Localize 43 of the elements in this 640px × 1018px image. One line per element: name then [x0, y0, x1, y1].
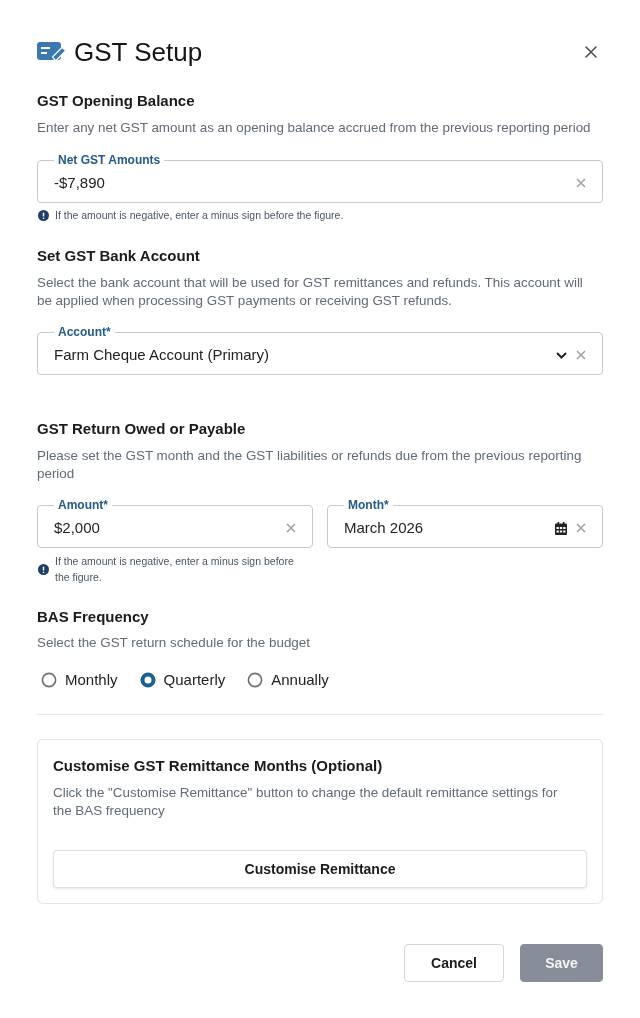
clear-icon[interactable] [576, 523, 586, 533]
clear-icon[interactable] [576, 350, 586, 360]
field-label: Account* [57, 325, 112, 340]
radio-option[interactable]: Monthly [41, 670, 118, 690]
card-pencil-icon [37, 41, 67, 63]
radio-button-icon[interactable] [41, 672, 57, 688]
field-label: Net GST Amounts [57, 153, 162, 168]
section-description: Select the bank account that will be used for GST remittances and refunds. This account will be applied when processing GST payments or receiving GST refunds. [37, 274, 584, 310]
section-description: Enter any net GST amount as an opening balance accrued from the previous reporting period [37, 119, 592, 137]
hint-text: If the amount is negative, enter a minus sign before the figure. [55, 208, 344, 222]
section-heading: BAS Frequency [37, 607, 150, 627]
section-description: Select the GST return schedule for the budget [37, 634, 311, 652]
account-select-field[interactable]: Account* Farm Cheque Account (Primary) [37, 325, 603, 375]
radio-button-icon[interactable] [247, 672, 264, 688]
card-heading: Customise GST Remittance Months (Optional) [53, 756, 384, 776]
radio-button-icon[interactable] [139, 672, 156, 688]
amount-field[interactable]: Amount* $2,000 [37, 498, 313, 548]
field-value: $2,000 [54, 518, 101, 538]
customise-remittance-button[interactable]: Customise Remittance [53, 850, 587, 888]
amount-field[interactable]: Net GST Amounts -$7,890 [37, 153, 603, 203]
section-heading: GST Return Owed or Payable [37, 419, 247, 439]
chevron-down-icon[interactable] [556, 351, 567, 359]
field-value: -$7,890 [54, 173, 106, 193]
field-label: Amount* [57, 498, 109, 513]
field-value: Farm Cheque Account (Primary) [54, 345, 271, 365]
clear-icon[interactable] [576, 178, 586, 188]
section-heading: Set GST Bank Account [37, 246, 201, 266]
field-label: Month* [347, 498, 390, 513]
close-icon[interactable] [585, 46, 597, 58]
card-description: Click the "Customise Remittance" button to change the default remittance settings for the BAS frequency [53, 784, 559, 820]
radio-option[interactable]: Annually [247, 670, 329, 690]
calendar-icon[interactable] [555, 521, 567, 535]
field-value: March 2026 [344, 518, 425, 538]
clear-icon[interactable] [286, 523, 296, 533]
info-icon [38, 209, 49, 221]
section-heading: GST Opening Balance [37, 91, 196, 111]
month-date-field[interactable]: Month* March 2026 [327, 498, 603, 548]
hint-text: If the amount is negative, enter a minus sign before the figure. [55, 554, 295, 585]
radio-option[interactable]: Quarterly [139, 670, 226, 690]
cancel-button[interactable]: Cancel [404, 944, 504, 982]
section-description: Please set the GST month and the GST liabilities or refunds due from the previous reporting period [37, 447, 583, 483]
dialog-title: GST Setup [74, 36, 204, 68]
info-icon [38, 563, 49, 575]
